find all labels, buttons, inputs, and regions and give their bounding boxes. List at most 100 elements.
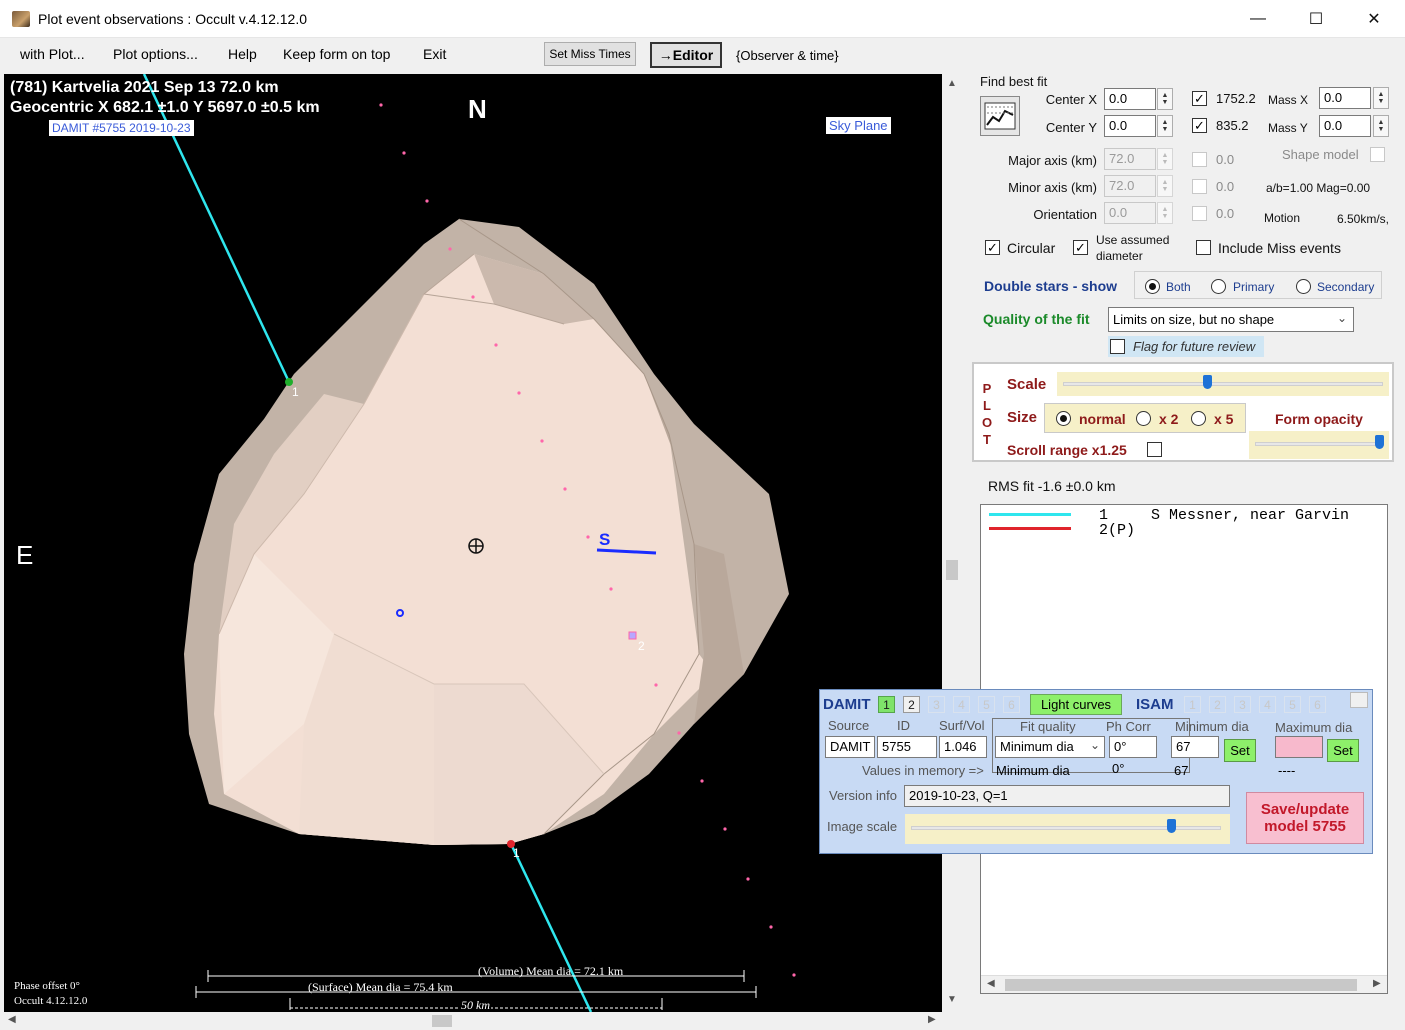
center-y-spinner[interactable]: ▲ ▼ bbox=[1157, 115, 1173, 137]
minor-axis-checkbox[interactable] bbox=[1192, 179, 1207, 194]
quality-select[interactable]: Limits on size, but no shape ⌄ bbox=[1108, 307, 1354, 332]
scroll-down-icon[interactable]: ▼ bbox=[947, 994, 957, 1005]
orientation-spinner[interactable]: ▲ ▼ bbox=[1157, 202, 1173, 224]
set-min-dia-button[interactable]: Set bbox=[1224, 739, 1256, 762]
id-field[interactable]: 5755 bbox=[877, 736, 937, 758]
radio-secondary[interactable] bbox=[1296, 279, 1311, 294]
orientation-input[interactable]: 0.0 bbox=[1104, 202, 1156, 224]
menu-plot-options[interactable]: Plot options... bbox=[113, 46, 198, 62]
isam-tab-4[interactable]: 4 bbox=[1259, 696, 1276, 713]
set-miss-times-button[interactable]: Set Miss Times bbox=[544, 42, 636, 66]
form-opacity-track bbox=[1255, 442, 1383, 446]
fit-quality-select[interactable]: Minimum dia ⌄ bbox=[995, 736, 1105, 758]
shape-model-checkbox[interactable] bbox=[1370, 147, 1385, 162]
form-opacity-slider[interactable] bbox=[1249, 431, 1389, 459]
use-assumed-checkbox[interactable]: ✓ bbox=[1073, 240, 1088, 255]
damit-tab-6[interactable]: 6 bbox=[1003, 696, 1020, 713]
minor-axis-input[interactable]: 72.0 bbox=[1104, 175, 1156, 197]
list-horizontal-scrollbar[interactable]: ◀ ▶ bbox=[981, 975, 1387, 993]
set-max-dia-button[interactable]: Set bbox=[1327, 739, 1359, 762]
surfvol-field[interactable]: 1.046 bbox=[939, 736, 987, 758]
menu-keep-on-top[interactable]: Keep form on top bbox=[283, 46, 390, 62]
minor-axis-spinner[interactable]: ▲ ▼ bbox=[1157, 175, 1173, 197]
radio-primary[interactable] bbox=[1211, 279, 1226, 294]
observer-1-name: S Messner, near Garvin bbox=[1151, 507, 1350, 524]
list-scroll-right-icon[interactable]: ▶ bbox=[1373, 978, 1381, 989]
image-scale-thumb[interactable] bbox=[1167, 819, 1177, 833]
size-normal-radio[interactable] bbox=[1056, 411, 1071, 426]
major-axis-checkbox[interactable] bbox=[1192, 152, 1207, 167]
mass-x-input[interactable]: 0.0 bbox=[1319, 87, 1371, 109]
scroll-left-icon[interactable]: ◀ bbox=[8, 1014, 16, 1025]
surfvol-label: Surf/Vol bbox=[939, 718, 985, 733]
mass-x-spinner[interactable]: ▲ ▼ bbox=[1373, 87, 1389, 109]
damit-tab-1[interactable]: 1 bbox=[878, 696, 895, 713]
window-title: Plot event observations : Occult v.4.12.… bbox=[38, 11, 308, 27]
max-dia-field[interactable] bbox=[1275, 736, 1323, 758]
damit-tab-2[interactable]: 2 bbox=[903, 696, 920, 713]
minimize-button[interactable]: — bbox=[1229, 0, 1287, 38]
list-scroll-left-icon[interactable]: ◀ bbox=[987, 978, 995, 989]
orientation-checkbox[interactable] bbox=[1192, 206, 1207, 221]
scale-slider[interactable] bbox=[1057, 372, 1389, 396]
observer-time-item[interactable]: {Observer & time} bbox=[736, 48, 839, 63]
flag-review-checkbox[interactable] bbox=[1110, 339, 1125, 354]
major-axis-spinner[interactable]: ▲ ▼ bbox=[1157, 148, 1173, 170]
hscroll-thumb[interactable] bbox=[432, 1015, 452, 1027]
mass-y-spinner[interactable]: ▲ ▼ bbox=[1373, 115, 1389, 137]
scale-slider-thumb[interactable] bbox=[1203, 375, 1212, 389]
save-update-model-button[interactable]: Save/update model 5755 bbox=[1246, 792, 1364, 844]
size-x5-radio[interactable] bbox=[1191, 411, 1206, 426]
radio-both[interactable] bbox=[1145, 279, 1160, 294]
light-curves-button[interactable]: Light curves bbox=[1030, 694, 1122, 715]
plot-horizontal-scrollbar[interactable]: ◀ ▶ bbox=[4, 1012, 942, 1030]
center-crosshair-icon bbox=[468, 538, 484, 554]
menu-with-plot[interactable]: with Plot... bbox=[20, 46, 85, 62]
find-best-fit-button[interactable] bbox=[980, 96, 1020, 136]
center-x-spinner[interactable]: ▲ ▼ bbox=[1157, 88, 1173, 110]
damit-tab-3[interactable]: 3 bbox=[928, 696, 945, 713]
mass-y-label: Mass Y bbox=[1268, 121, 1308, 135]
scroll-range-checkbox[interactable] bbox=[1147, 442, 1162, 457]
size-x2-radio[interactable] bbox=[1136, 411, 1151, 426]
list-scroll-thumb[interactable] bbox=[1005, 979, 1357, 991]
menu-help[interactable]: Help bbox=[228, 46, 257, 62]
plot-canvas[interactable]: (781) Kartvelia 2021 Sep 13 72.0 km Geoc… bbox=[4, 74, 942, 1012]
ph-corr-field[interactable]: 0° bbox=[1109, 736, 1157, 758]
ph-corr-label: Ph Corr bbox=[1106, 719, 1151, 734]
isam-tab-1[interactable]: 1 bbox=[1184, 696, 1201, 713]
scroll-right-icon[interactable]: ▶ bbox=[928, 1014, 936, 1025]
asteroid-plot-svg bbox=[142, 74, 796, 1012]
use-assumed-label-1: Use assumed bbox=[1096, 233, 1170, 247]
orientation-value: 0.0 bbox=[1216, 206, 1235, 221]
center-y-checkbox[interactable]: ✓ bbox=[1192, 118, 1207, 133]
version-info-field[interactable]: 2019-10-23, Q=1 bbox=[904, 785, 1230, 807]
source-field[interactable]: DAMIT bbox=[825, 736, 875, 758]
form-opacity-thumb[interactable] bbox=[1375, 435, 1385, 449]
isam-tab-3[interactable]: 3 bbox=[1234, 696, 1251, 713]
mass-y-input[interactable]: 0.0 bbox=[1319, 115, 1371, 137]
image-scale-slider[interactable] bbox=[905, 814, 1230, 844]
close-button[interactable]: ✕ bbox=[1345, 0, 1403, 38]
scroll-up-icon[interactable]: ▲ bbox=[947, 78, 957, 89]
menu-exit[interactable]: Exit bbox=[423, 46, 446, 62]
maximize-button[interactable]: ☐ bbox=[1287, 0, 1345, 38]
isam-title: ISAM bbox=[1136, 696, 1174, 713]
editor-button[interactable]: →Editor bbox=[650, 42, 722, 68]
scroll-thumb[interactable] bbox=[946, 560, 958, 580]
plot-vertical-scrollbar[interactable]: ▲ ▼ bbox=[942, 74, 962, 1012]
center-x-input[interactable]: 0.0 bbox=[1104, 88, 1156, 110]
damit-close-button[interactable] bbox=[1350, 692, 1368, 708]
circular-checkbox[interactable]: ✓ bbox=[985, 240, 1000, 255]
include-miss-checkbox[interactable] bbox=[1196, 240, 1211, 255]
damit-tab-5[interactable]: 5 bbox=[978, 696, 995, 713]
isam-tab-5[interactable]: 5 bbox=[1284, 696, 1301, 713]
observer-2-color-swatch bbox=[989, 527, 1071, 530]
min-dia-field[interactable]: 67 bbox=[1171, 736, 1219, 758]
center-y-input[interactable]: 0.0 bbox=[1104, 115, 1156, 137]
isam-tab-6[interactable]: 6 bbox=[1309, 696, 1326, 713]
isam-tab-2[interactable]: 2 bbox=[1209, 696, 1226, 713]
damit-tab-4[interactable]: 4 bbox=[953, 696, 970, 713]
center-x-checkbox[interactable]: ✓ bbox=[1192, 91, 1207, 106]
major-axis-input[interactable]: 72.0 bbox=[1104, 148, 1156, 170]
